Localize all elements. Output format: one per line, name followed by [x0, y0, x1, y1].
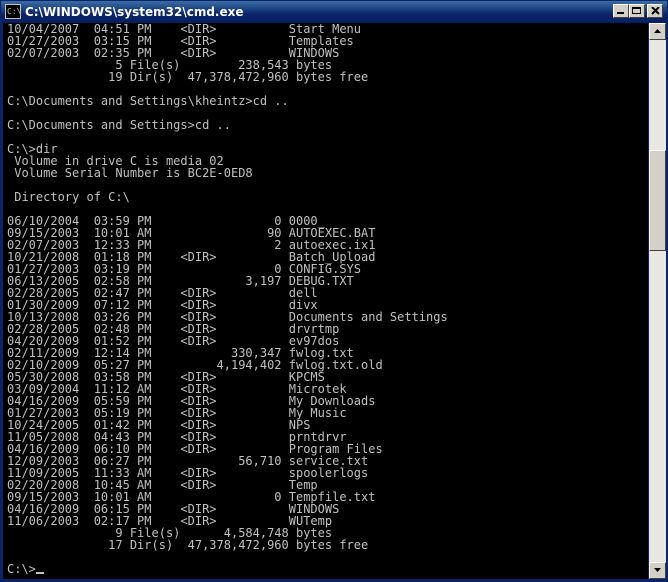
scroll-thumb[interactable] — [649, 150, 666, 251]
console-line: Volume Serial Number is BC2E-0ED8 — [7, 166, 253, 180]
minimize-button[interactable] — [613, 4, 629, 18]
close-icon — [651, 7, 660, 15]
console-line: C:\Documents and Settings\kheintz>cd .. — [7, 94, 289, 108]
console-line: 17 Dir(s) 47,378,472,960 bytes free — [7, 538, 369, 552]
vertical-scrollbar[interactable] — [649, 23, 666, 579]
maximize-button[interactable] — [629, 4, 645, 18]
scroll-down-button[interactable] — [649, 562, 666, 579]
text-cursor — [35, 572, 44, 574]
console-line: C:\> — [7, 563, 448, 575]
scroll-up-button[interactable] — [649, 23, 666, 40]
arrow-up-icon — [654, 29, 661, 33]
console-output[interactable]: 10/04/2007 04:51 PM <DIR> Start Menu 01/2… — [3, 23, 648, 579]
window-title: C:\WINDOWS\system32\cmd.exe — [25, 5, 244, 19]
console-line: C:\Documents and Settings>cd .. — [7, 118, 231, 132]
arrow-down-icon — [654, 568, 661, 572]
console-lines: 10/04/2007 04:51 PM <DIR> Start Menu 01/2… — [7, 23, 448, 575]
title-bar[interactable]: C:\ C:\WINDOWS\system32\cmd.exe — [1, 1, 667, 23]
console-line: Directory of C:\ — [7, 190, 130, 204]
close-button[interactable] — [647, 4, 663, 18]
cmd-icon[interactable]: C:\ — [5, 4, 21, 19]
console-line: 19 Dir(s) 47,378,472,960 bytes free — [7, 70, 369, 84]
cmd-window: C:\ C:\WINDOWS\system32\cmd.exe 10/04/20… — [0, 0, 668, 582]
